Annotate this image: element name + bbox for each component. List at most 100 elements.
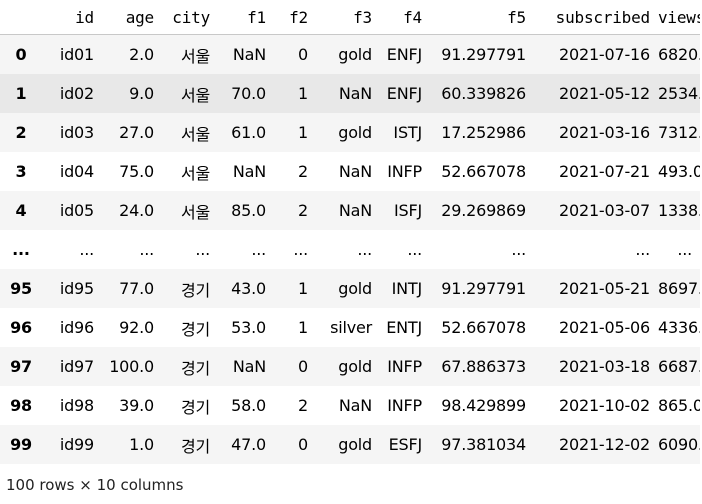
cell-f3: silver	[330, 318, 372, 337]
cell-f1: 61.0	[231, 123, 266, 142]
cell-subscribed: 2021-05-12	[559, 84, 650, 103]
cell-f1: 70.0	[231, 84, 266, 103]
cell-subscribed: 2021-03-07	[559, 201, 650, 220]
cell-age: 1.0	[129, 435, 154, 454]
cell-f2: 1	[298, 123, 308, 142]
cell-f5: 52.667078	[441, 318, 526, 337]
cell-f2: 2	[298, 162, 308, 181]
cell-f1: 53.0	[231, 318, 266, 337]
cell-views: 493.0	[658, 162, 700, 181]
cell-subscribed: ...	[635, 240, 650, 259]
row-index: 4	[15, 201, 27, 220]
cell-f2: 2	[298, 201, 308, 220]
cell-subscribed: 2021-12-02	[559, 435, 650, 454]
dataframe-table: id age city f1 f2 f3 f4 f5 subscribed vi…	[0, 0, 700, 464]
cell-f1: NaN	[232, 357, 266, 376]
table-row: .................................	[0, 230, 700, 269]
cell-f2: 0	[298, 435, 308, 454]
cell-subscribed: 2021-07-16	[559, 45, 650, 64]
cell-city: 경기	[180, 319, 210, 339]
cell-f2: 2	[298, 396, 308, 415]
cell-views: 6090.0	[658, 435, 700, 454]
cell-f5: 17.252986	[441, 123, 526, 142]
cell-id: id04	[59, 162, 94, 181]
cell-f3: NaN	[338, 84, 372, 103]
cell-views: 2534.0	[658, 84, 700, 103]
header-row: id age city f1 f2 f3 f4 f5 subscribed vi…	[0, 0, 700, 35]
cell-city: 경기	[180, 436, 210, 456]
row-index: 99	[10, 435, 32, 454]
cell-f4: INFP	[387, 162, 422, 181]
cell-age: 2.0	[129, 45, 154, 64]
table-row: 1 id02 9.0 서울 70.0 1 NaN ENFJ 60.339826 2021-05-1…	[0, 74, 700, 113]
cell-f2: ...	[293, 240, 308, 259]
cell-id: id05	[59, 201, 94, 220]
cell-f4: INTJ	[391, 279, 423, 298]
cell-id: id03	[59, 123, 94, 142]
dataframe-output: id age city f1 f2 f3 f4 f5 subscribed vi…	[0, 0, 702, 494]
cell-f3: NaN	[338, 162, 372, 181]
column-header-f2: f2	[274, 0, 316, 35]
column-header-f4: f4	[380, 0, 430, 35]
row-index: 2	[15, 123, 27, 142]
column-header-f1: f1	[218, 0, 274, 35]
cell-id: id99	[59, 435, 94, 454]
cell-age: 77.0	[119, 279, 154, 298]
cell-f3: gold	[338, 357, 372, 376]
cell-f1: ...	[251, 240, 266, 259]
cell-id: id95	[59, 279, 94, 298]
cell-views: ...	[677, 240, 692, 259]
table-row: 2 id03 27.0 서울 61.0 1 gold ISTJ 17.252986 2021-03…	[0, 113, 700, 152]
cell-f3: gold	[338, 123, 372, 142]
column-header-f5: f5	[430, 0, 534, 35]
cell-subscribed: 2021-03-16	[559, 123, 650, 142]
cell-f4: ENFJ	[386, 84, 422, 103]
table-row: 97 id97 100.0 경기 NaN 0 gold INFP 67.886373 2021-0…	[0, 347, 700, 386]
cell-views: 1338.0	[658, 201, 700, 220]
cell-age: 24.0	[119, 201, 154, 220]
cell-id: ...	[79, 240, 94, 259]
row-index: 98	[10, 396, 32, 415]
column-header-views: views	[658, 0, 700, 35]
cell-f4: ...	[407, 240, 422, 259]
cell-f5: ...	[511, 240, 526, 259]
table-row: 99 id99 1.0 경기 47.0 0 gold ESFJ 97.381034 2021-12…	[0, 425, 700, 464]
cell-f3: ...	[357, 240, 372, 259]
cell-views: 6687.0	[658, 357, 700, 376]
column-header-subscribed: subscribed	[534, 0, 658, 35]
row-index: 95	[10, 279, 32, 298]
cell-age: 100.0	[109, 357, 154, 376]
cell-subscribed: 2021-05-06	[559, 318, 650, 337]
cell-f2: 0	[298, 45, 308, 64]
cell-age: ...	[139, 240, 154, 259]
row-index: 96	[10, 318, 32, 337]
cell-f5: 60.339826	[441, 84, 526, 103]
table-row: 4 id05 24.0 서울 85.0 2 NaN ISFJ 29.269869 2021-03-…	[0, 191, 700, 230]
cell-f5: 29.269869	[441, 201, 526, 220]
cell-f5: 91.297791	[441, 279, 526, 298]
cell-f3: gold	[338, 435, 372, 454]
cell-f4: ENFJ	[386, 45, 422, 64]
cell-f1: NaN	[232, 162, 266, 181]
cell-subscribed: 2021-10-02	[559, 396, 650, 415]
cell-f2: 0	[298, 357, 308, 376]
cell-city: 서울	[180, 163, 210, 183]
row-index: 97	[10, 357, 32, 376]
cell-views: 7312.0	[658, 123, 700, 142]
table-body: 0 id01 2.0 서울 NaN 0 gold ENFJ 91.297791 2021-07-1…	[0, 34, 700, 464]
cell-age: 75.0	[119, 162, 154, 181]
table-row: 98 id98 39.0 경기 58.0 2 NaN INFP 98.429899 2021-10…	[0, 386, 700, 425]
cell-city: 서울	[180, 202, 210, 222]
cell-f5: 52.667078	[441, 162, 526, 181]
cell-f1: 43.0	[231, 279, 266, 298]
cell-f1: 58.0	[231, 396, 266, 415]
cell-age: 92.0	[119, 318, 154, 337]
cell-f4: INFP	[387, 396, 422, 415]
cell-views: 6820.0	[658, 45, 700, 64]
cell-f5: 67.886373	[441, 357, 526, 376]
column-header-age: age	[102, 0, 162, 35]
cell-f5: 91.297791	[441, 45, 526, 64]
cell-f2: 1	[298, 318, 308, 337]
cell-subscribed: 2021-07-21	[559, 162, 650, 181]
cell-f3: gold	[338, 45, 372, 64]
